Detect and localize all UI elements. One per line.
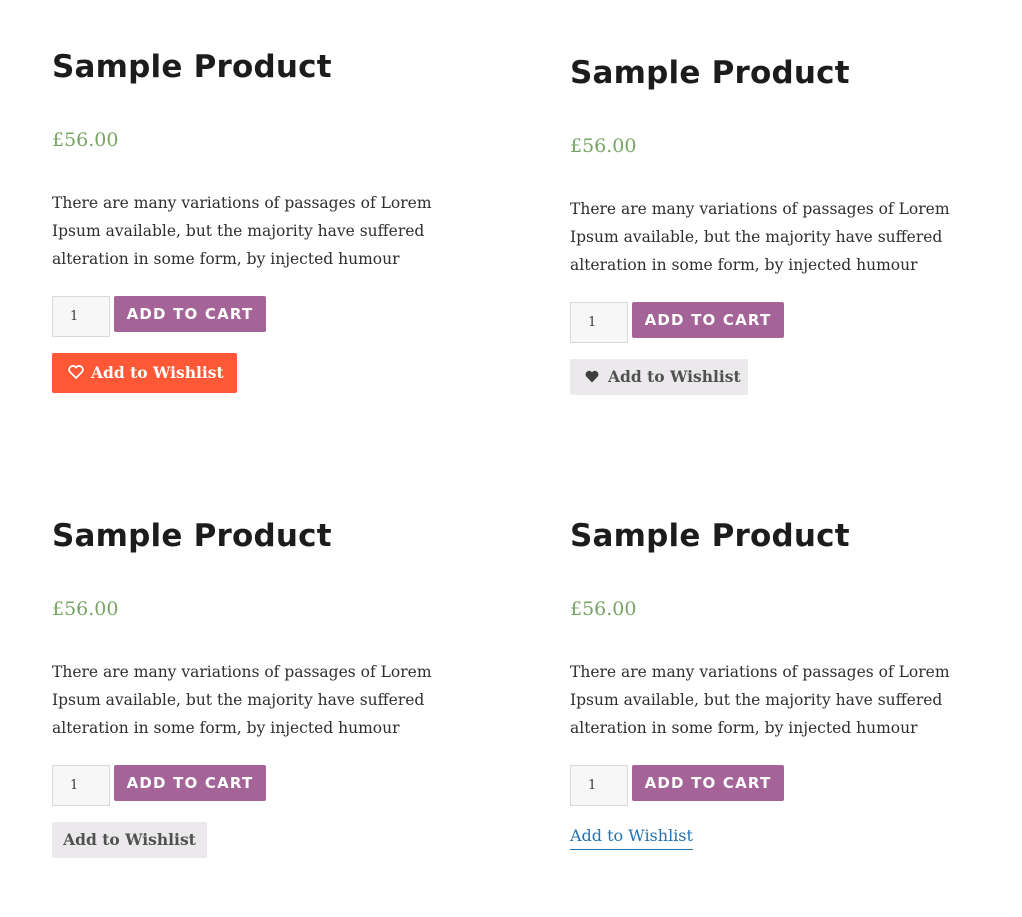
product-price: £56.00 — [570, 598, 637, 620]
product-description: There are many variations of passages of… — [52, 663, 432, 737]
wishlist-label: Add to Wishlist — [91, 363, 224, 382]
add-to-wishlist-link[interactable]: Add to Wishlist — [570, 824, 693, 850]
product-title: Sample Product — [52, 518, 332, 554]
add-to-wishlist-button[interactable]: Add to Wishlist — [52, 822, 207, 858]
product-card: Sample Product £56.00 There are many var… — [570, 54, 1000, 395]
product-description: There are many variations of passages of… — [570, 200, 950, 274]
heart-icon — [585, 360, 599, 383]
quantity-input[interactable] — [52, 765, 110, 806]
product-title: Sample Product — [52, 49, 332, 85]
product-title: Sample Product — [570, 518, 850, 554]
add-to-cart-button[interactable]: ADD TO CART — [114, 296, 266, 332]
product-card: Sample Product £56.00 There are many var… — [52, 517, 482, 858]
product-card: Sample Product £56.00 There are many var… — [52, 48, 482, 393]
add-to-cart-button[interactable]: ADD TO CART — [632, 302, 784, 338]
add-to-wishlist-button[interactable]: Add to Wishlist — [570, 359, 748, 395]
quantity-input[interactable] — [570, 302, 628, 343]
product-price: £56.00 — [52, 598, 119, 620]
product-price: £56.00 — [570, 135, 637, 157]
add-to-wishlist-button[interactable]: Add to Wishlist — [52, 353, 237, 393]
product-description: There are many variations of passages of… — [570, 663, 950, 737]
product-title: Sample Product — [570, 55, 850, 91]
quantity-input[interactable] — [52, 296, 110, 337]
add-to-cart-button[interactable]: ADD TO CART — [114, 765, 266, 801]
heart-outline-icon — [68, 354, 84, 379]
quantity-input[interactable] — [570, 765, 628, 806]
product-price: £56.00 — [52, 129, 119, 151]
product-description: There are many variations of passages of… — [52, 194, 432, 268]
product-card: Sample Product £56.00 There are many var… — [570, 517, 1000, 850]
wishlist-label: Add to Wishlist — [608, 367, 741, 386]
add-to-cart-button[interactable]: ADD TO CART — [632, 765, 784, 801]
